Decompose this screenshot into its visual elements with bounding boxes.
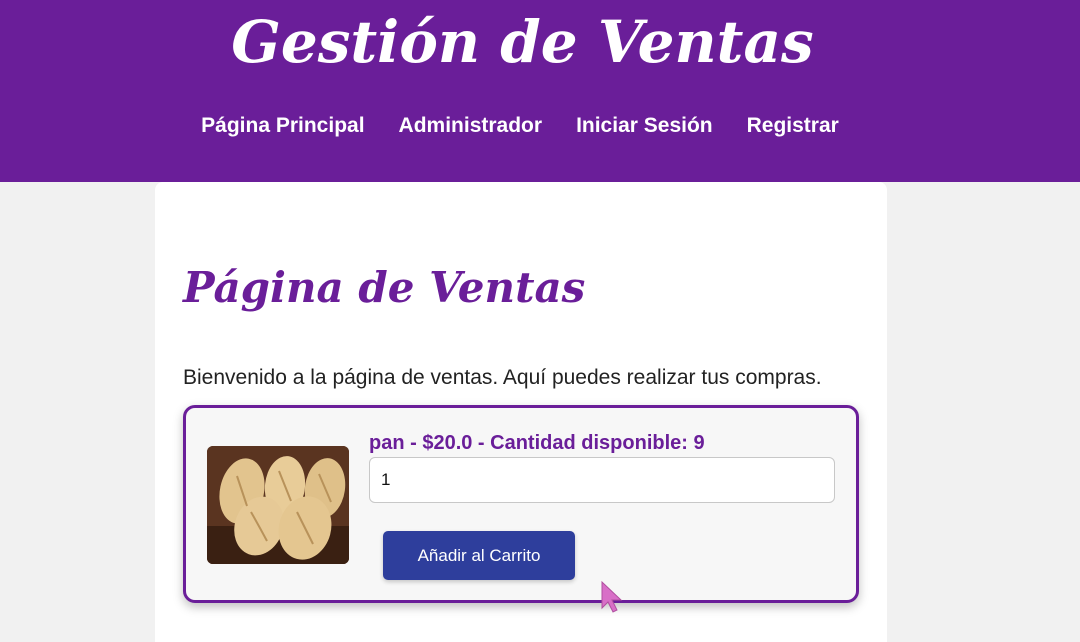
site-header: Gestión de Ventas Página Principal Admin… — [0, 0, 1080, 182]
quantity-input[interactable] — [369, 457, 835, 503]
nav-login-link[interactable]: Iniciar Sesión — [576, 112, 713, 140]
nav-home-link[interactable]: Página Principal — [201, 112, 364, 140]
main-nav: Página Principal Administrador Iniciar S… — [0, 112, 1040, 140]
mouse-cursor-icon — [601, 580, 623, 613]
nav-register-link[interactable]: Registrar — [747, 112, 839, 140]
product-card: pan - $20.0 - Cantidad disponible: 9 Aña… — [183, 405, 859, 603]
add-to-cart-button[interactable]: Añadir al Carrito — [383, 531, 575, 580]
site-title: Gestión de Ventas — [231, 8, 814, 76]
page-title: Página de Ventas — [183, 263, 586, 312]
bread-image — [207, 446, 349, 564]
nav-admin-link[interactable]: Administrador — [399, 112, 543, 140]
sales-card: Página de Ventas Bienvenido a la página … — [155, 182, 887, 642]
product-info: pan - $20.0 - Cantidad disponible: 9 — [369, 432, 705, 454]
welcome-text: Bienvenido a la página de ventas. Aquí p… — [183, 366, 822, 389]
